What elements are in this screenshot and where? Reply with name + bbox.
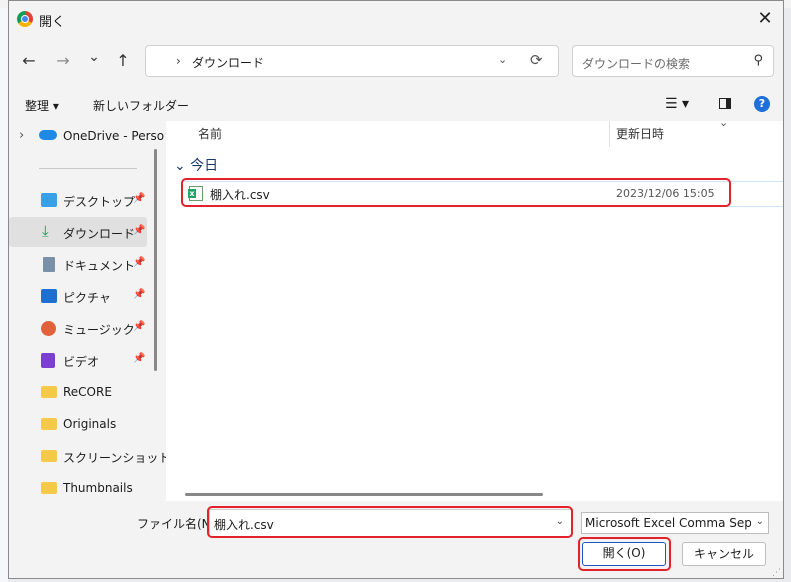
sidebar-item-recore[interactable]: ReCORE <box>9 377 147 407</box>
sidebar-item-label: ReCORE <box>63 385 112 399</box>
sidebar-scrollbar[interactable] <box>154 149 157 371</box>
file-type-value: Microsoft Excel Comma Separat <box>585 516 751 530</box>
sidebar-item-documents[interactable]: ドキュメント 📌 <box>9 249 147 279</box>
sidebar-item-music[interactable]: ミュージック 📌 <box>9 313 147 343</box>
cloud-icon <box>39 130 57 140</box>
organize-button[interactable]: 整理 ▾ <box>25 97 59 114</box>
sidebar-item-onedrive[interactable]: › OneDrive - Perso <box>9 121 164 151</box>
group-header-today[interactable]: ⌄ 今日 <box>174 155 218 175</box>
open-file-dialog: 開く ✕ ← → ⌄ ↑ › ダウンロード ⌄ ⟳ ダウンロードの検索 ⚲ 整理… <box>8 0 784 579</box>
address-bar[interactable]: › ダウンロード ⌄ ⟳ <box>145 45 559 77</box>
folder-icon <box>41 450 57 462</box>
video-icon <box>41 353 55 368</box>
horizontal-scrollbar[interactable] <box>185 493 543 496</box>
breadcrumb-downloads[interactable]: ダウンロード <box>192 54 264 71</box>
search-placeholder: ダウンロードの検索 <box>582 57 691 71</box>
sidebar-item-label: スクリーンショット <box>63 451 171 465</box>
background-window-edge <box>0 8 8 582</box>
folder-icon <box>41 482 57 494</box>
sidebar-item-screenshots[interactable]: スクリーンショット <box>9 441 170 471</box>
up-arrow-icon[interactable]: ↑ <box>111 49 135 73</box>
sidebar-item-label: ドキュメント <box>63 259 136 273</box>
column-header-date[interactable]: 更新日時 <box>616 125 664 142</box>
sidebar-item-downloads[interactable]: ⤓ ダウンロード 📌 <box>9 217 147 247</box>
refresh-icon[interactable]: ⟳ <box>530 51 543 69</box>
preview-pane-icon[interactable] <box>719 98 731 109</box>
cancel-button[interactable]: キャンセル <box>682 542 766 566</box>
close-button[interactable]: ✕ <box>753 7 777 31</box>
pin-icon[interactable]: 📌 <box>133 289 145 300</box>
filename-highlight <box>207 506 573 538</box>
sidebar-item-videos[interactable]: ビデオ 📌 <box>9 345 147 375</box>
help-icon[interactable]: ? <box>754 96 770 112</box>
file-type-select[interactable]: Microsoft Excel Comma Separat ⌄ <box>581 512 769 534</box>
sidebar-item-label: OneDrive - Perso <box>63 129 165 143</box>
sidebar-item-desktop[interactable]: デスクトップ 📌 <box>9 185 147 215</box>
pin-icon[interactable]: 📌 <box>133 257 145 268</box>
view-options-icon[interactable]: ☰ ▾ <box>665 96 689 112</box>
navigation-bar: ← → ⌄ ↑ › ダウンロード ⌄ ⟳ ダウンロードの検索 ⚲ <box>9 43 783 79</box>
chrome-icon <box>17 11 33 27</box>
sidebar-item-label: Thumbnails <box>63 481 133 495</box>
file-row-highlight <box>181 178 731 207</box>
download-icon: ⤓ <box>42 222 49 240</box>
folder-icon <box>41 418 57 430</box>
music-icon <box>41 321 56 336</box>
file-type-dropdown-icon[interactable]: ⌄ <box>755 516 764 527</box>
new-folder-button[interactable]: 新しいフォルダー <box>93 97 189 114</box>
desktop-icon <box>41 193 57 207</box>
sidebar-item-pictures[interactable]: ピクチャ 📌 <box>9 281 147 311</box>
sidebar-item-thumbnails[interactable]: Thumbnails <box>9 473 147 503</box>
search-icon[interactable]: ⚲ <box>753 53 763 68</box>
breadcrumb-chevron-icon: › <box>176 54 181 68</box>
pin-icon[interactable]: 📌 <box>133 353 145 364</box>
open-button-highlight <box>578 537 671 571</box>
document-icon <box>43 257 55 272</box>
picture-icon <box>41 289 57 303</box>
address-dropdown-icon[interactable]: ⌄ <box>498 53 507 66</box>
sidebar-divider <box>39 168 137 169</box>
dialog-footer: ファイル名(N): 棚入れ.csv ⌄ Microsoft Excel Comm… <box>9 501 783 578</box>
sidebar-item-label: ダウンロード <box>63 227 136 241</box>
sidebar-item-label: ビデオ <box>63 355 100 369</box>
back-arrow-icon[interactable]: ← <box>17 49 41 73</box>
file-list: 名前 更新日時 ⌄ ⌄ 今日 棚入れ.csv 2023/12/06 15:05 <box>166 116 783 501</box>
recent-locations-chevron-icon[interactable]: ⌄ <box>82 45 106 69</box>
navigation-pane: › OneDrive - Perso デスクトップ 📌 ⤓ ダウンロード 📌 ド… <box>9 121 170 503</box>
pin-icon[interactable]: 📌 <box>133 321 145 332</box>
column-separator[interactable] <box>609 121 610 147</box>
title-bar: 開く ✕ <box>9 1 783 37</box>
column-header-name[interactable]: 名前 <box>198 125 222 142</box>
search-box[interactable]: ダウンロードの検索 ⚲ <box>572 45 774 77</box>
expand-chevron-icon[interactable]: › <box>19 128 24 143</box>
dialog-title: 開く <box>39 15 66 30</box>
sidebar-item-originals[interactable]: Originals <box>9 409 147 439</box>
sidebar-item-label: デスクトップ <box>63 195 136 209</box>
sort-chevron-icon: ⌄ <box>719 116 729 129</box>
sidebar-item-label: ミュージック <box>63 323 135 337</box>
resize-grip-icon[interactable]: ⋰ <box>772 568 781 578</box>
sidebar-item-label: ピクチャ <box>63 291 111 305</box>
command-bar: 整理 ▾ 新しいフォルダー ☰ ▾ ? <box>9 89 783 119</box>
folder-icon <box>41 386 57 398</box>
sidebar-item-label: Originals <box>63 417 117 431</box>
forward-arrow-icon[interactable]: → <box>51 49 75 73</box>
pin-icon[interactable]: 📌 <box>133 225 145 236</box>
pin-icon[interactable]: 📌 <box>133 193 145 204</box>
